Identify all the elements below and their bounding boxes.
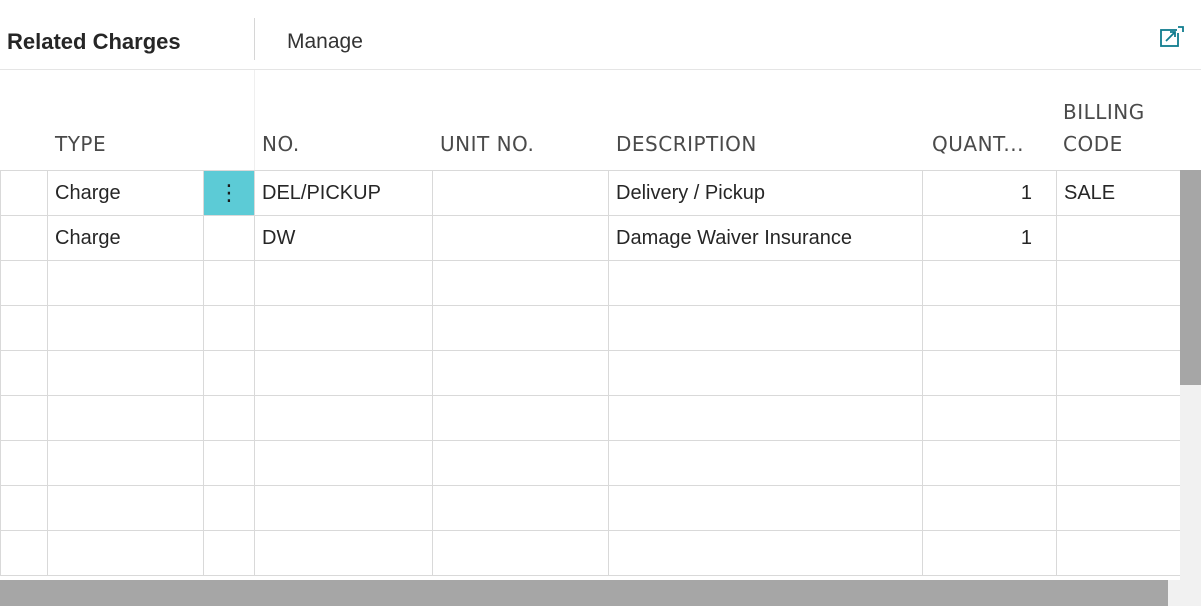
empty-row[interactable] [0,485,1181,531]
vertical-scrollbar-thumb[interactable] [1180,170,1201,385]
cell-quantity[interactable]: 1 [922,215,1057,261]
empty-row[interactable] [0,530,1181,576]
column-header-billing-code-line2[interactable]: CODE [1063,132,1123,156]
cell-billing-code[interactable] [1056,215,1181,261]
column-header-description[interactable]: DESCRIPTION [616,132,757,156]
toolbar-divider [254,18,255,60]
page-title: Related Charges [7,29,181,54]
cell-type[interactable]: Charge [47,215,204,261]
horizontal-scrollbar[interactable] [0,580,1201,606]
row-menu-cell[interactable] [203,215,255,261]
expand-icon[interactable] [1160,26,1184,48]
charges-table: Charge ⋮ DEL/PICKUP Delivery / Pickup 1 … [0,170,1181,576]
row-selector[interactable] [0,215,48,261]
column-header-billing-code-line1[interactable]: BILLING [1063,100,1145,124]
cell-billing-code[interactable]: SALE [1056,170,1181,216]
empty-row[interactable] [0,395,1181,441]
cell-unit-no[interactable] [432,170,609,216]
cell-type[interactable]: Charge [47,170,204,216]
horizontal-scrollbar-thumb[interactable] [0,580,1168,606]
cell-no[interactable]: DW [254,215,433,261]
table-row[interactable]: Charge ⋮ DEL/PICKUP Delivery / Pickup 1 … [0,170,1181,216]
empty-row[interactable] [0,440,1181,486]
charges-grid: TYPE NO. UNIT NO. DESCRIPTION QUANT... B… [0,70,1201,606]
row-menu-icon[interactable]: ⋮ [204,171,254,215]
cell-description[interactable]: Delivery / Pickup [608,170,923,216]
manage-menu-button[interactable]: Manage [287,30,363,54]
row-selector[interactable] [0,170,48,216]
header-divider [254,70,255,170]
row-menu-cell[interactable]: ⋮ [203,170,255,216]
cell-description[interactable]: Damage Waiver Insurance [608,215,923,261]
vertical-scrollbar[interactable] [1180,170,1201,580]
toolbar: Related Charges Manage [0,0,1201,70]
empty-row[interactable] [0,260,1181,306]
table-row[interactable]: Charge DW Damage Waiver Insurance 1 [0,215,1181,261]
cell-quantity[interactable]: 1 [922,170,1057,216]
column-header-no[interactable]: NO. [262,132,300,156]
column-header-quantity[interactable]: QUANT... [932,132,1024,156]
cell-no[interactable]: DEL/PICKUP [254,170,433,216]
empty-row[interactable] [0,305,1181,351]
column-header-type[interactable]: TYPE [55,132,106,156]
empty-row[interactable] [0,350,1181,396]
cell-unit-no[interactable] [432,215,609,261]
column-header-unit-no[interactable]: UNIT NO. [440,132,534,156]
